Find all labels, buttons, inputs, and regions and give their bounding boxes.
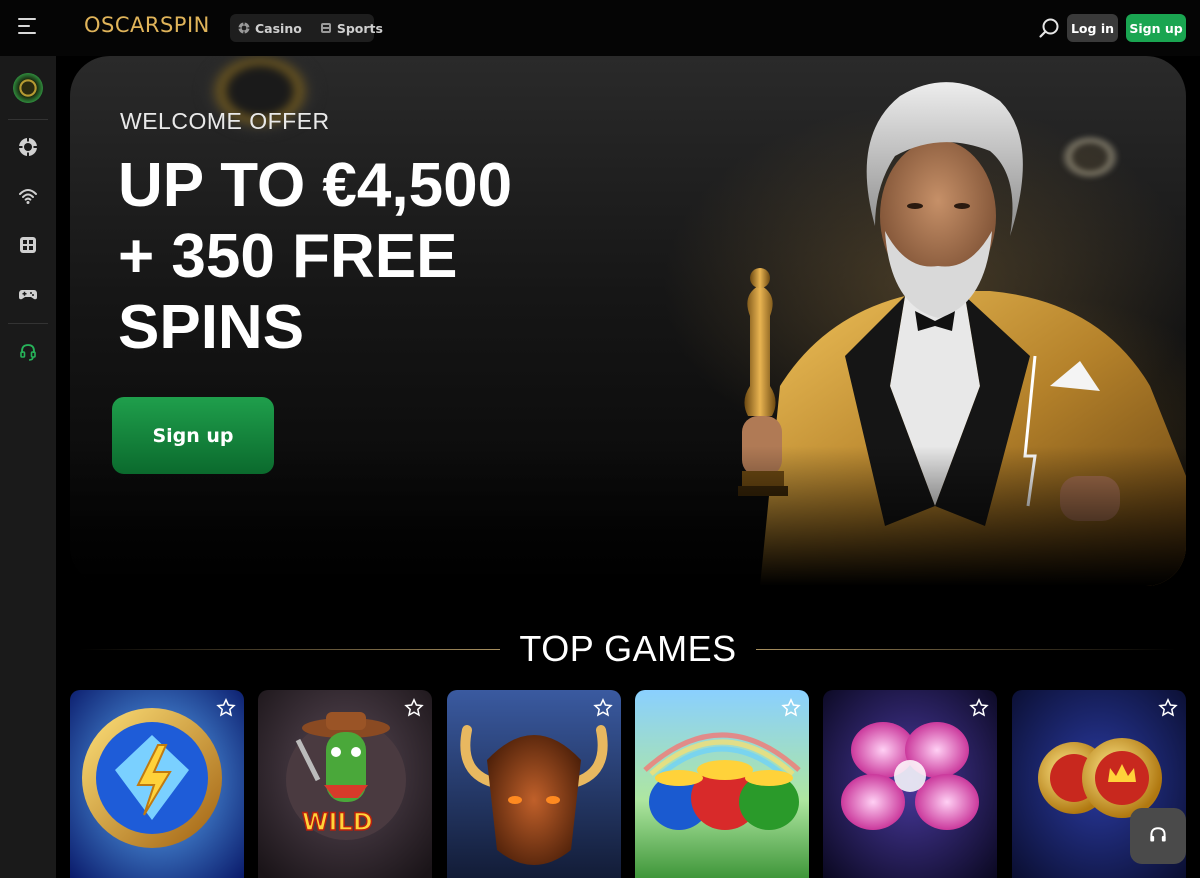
logo-badge-icon[interactable]: [13, 73, 43, 103]
hero-headline-line: + 350 FREE: [118, 222, 458, 291]
game-card[interactable]: [70, 690, 244, 878]
favorite-star-icon[interactable]: [593, 698, 613, 718]
wild-badge: WILD: [301, 807, 373, 837]
game-card[interactable]: [635, 690, 809, 878]
game-card[interactable]: [823, 690, 997, 878]
game-thumbnail: [823, 690, 997, 878]
favorite-star-icon[interactable]: [781, 698, 801, 718]
search-icon[interactable]: [1038, 17, 1060, 39]
sidebar-divider: [8, 119, 48, 120]
nav-sports[interactable]: Sports: [320, 21, 383, 36]
game-card[interactable]: WILD: [258, 690, 432, 878]
nav-sports-label: Sports: [336, 20, 383, 36]
section-divider-right: [756, 649, 1176, 650]
favorite-star-icon[interactable]: [404, 698, 424, 718]
nav-casino-label: Casino: [255, 20, 302, 36]
game-card[interactable]: [447, 690, 621, 878]
casino-chip-icon[interactable]: [18, 137, 38, 157]
nav-casino[interactable]: Casino: [238, 21, 302, 36]
menu-icon[interactable]: [18, 18, 38, 38]
top-games-title: TOP GAMES: [519, 628, 737, 669]
casino-chip-icon: [238, 22, 250, 34]
game-thumbnail: [447, 690, 621, 878]
site-logo[interactable]: OSCARSPIN: [84, 13, 210, 37]
live-signal-icon[interactable]: [18, 186, 38, 206]
hero-headline-line: SPINS: [118, 293, 305, 362]
slot-machine-icon[interactable]: [18, 235, 38, 255]
hero-eyebrow: WELCOME OFFER: [120, 108, 330, 134]
favorite-star-icon[interactable]: [216, 698, 236, 718]
top-bar: OSCARSPIN Casino Sports Log in Sign up: [0, 0, 1200, 56]
sidebar: [0, 56, 56, 878]
game-thumbnail: [635, 690, 809, 878]
favorite-star-icon[interactable]: [969, 698, 989, 718]
support-headset-icon: [1150, 827, 1166, 842]
live-support-button[interactable]: [1130, 808, 1186, 864]
hero-headline-line: UP TO €4,500: [118, 151, 513, 220]
sports-icon: [320, 23, 331, 33]
hero-headline: UP TO €4,500 + 350 FREE SPINS: [118, 150, 638, 363]
support-headset-icon[interactable]: [18, 342, 38, 362]
signup-button[interactable]: Sign up: [1126, 14, 1186, 42]
gamepad-icon[interactable]: [18, 284, 38, 304]
game-thumbnail: [70, 690, 244, 878]
hero-signup-button[interactable]: Sign up: [112, 397, 274, 474]
welcome-offer-banner: WELCOME OFFER UP TO €4,500 + 350 FREE SP…: [70, 56, 1186, 586]
sidebar-divider: [8, 323, 48, 324]
category-switcher: Casino Sports: [230, 14, 383, 42]
section-divider-left: [80, 649, 500, 650]
game-thumbnail: [258, 690, 432, 878]
favorite-star-icon[interactable]: [1158, 698, 1178, 718]
login-button[interactable]: Log in: [1067, 14, 1118, 42]
